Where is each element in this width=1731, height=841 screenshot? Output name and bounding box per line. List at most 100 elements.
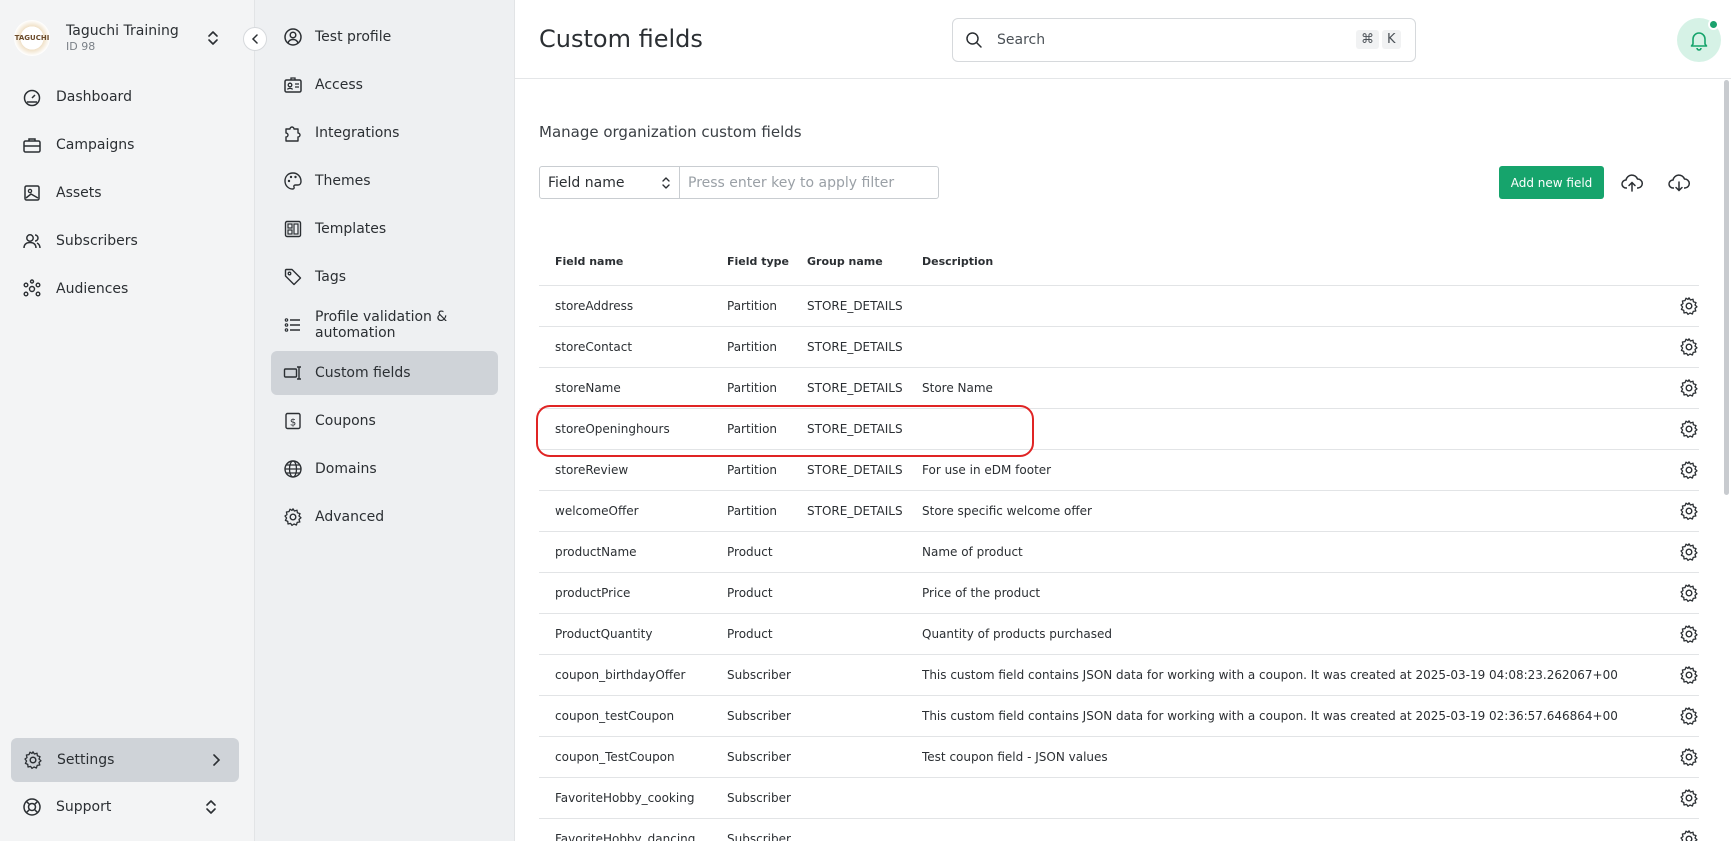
filter-input[interactable]: Press enter key to apply filter	[680, 167, 938, 198]
puzzle-icon	[285, 126, 301, 142]
subnav-item-templates[interactable]: Templates	[271, 207, 498, 251]
add-new-field-button[interactable]: Add new field	[1499, 166, 1604, 199]
subnav-label: Integrations	[315, 125, 400, 141]
nav-item-dashboard[interactable]: Dashboard	[22, 80, 232, 114]
cell-group-name: STORE_DETAILS	[807, 422, 903, 436]
chevron-up-down-icon	[662, 177, 670, 189]
subnav-item-profile-validation[interactable]: Profile validation & automation	[271, 303, 498, 347]
palette-icon	[284, 172, 302, 190]
subnav-label: Advanced	[315, 509, 385, 525]
cell-group-name: STORE_DETAILS	[807, 381, 903, 395]
table-row[interactable]: storeName Partition STORE_DETAILS Store Nam…	[539, 368, 1699, 409]
upload-button[interactable]	[1619, 170, 1645, 196]
row-settings-gear-icon[interactable]	[1679, 296, 1699, 316]
subnav-label: Themes	[315, 173, 371, 189]
cloud-download-icon	[1668, 174, 1690, 192]
row-settings-gear-icon[interactable]	[1679, 378, 1699, 398]
nav-item-campaigns[interactable]: Campaigns	[22, 128, 232, 162]
cell-field-type: Subscriber	[727, 750, 791, 764]
row-settings-gear-icon[interactable]	[1679, 747, 1699, 767]
cell-group-name: STORE_DETAILS	[807, 463, 903, 477]
table-row[interactable]: coupon_testCoupon Subscriber This custom f…	[539, 696, 1699, 737]
row-settings-gear-icon[interactable]	[1679, 542, 1699, 562]
nav-item-subscribers[interactable]: Subscribers	[22, 224, 232, 258]
row-settings-gear-icon[interactable]	[1679, 706, 1699, 726]
table-row[interactable]: FavoriteHobby_cooking Subscriber	[539, 778, 1699, 819]
cell-field-type: Partition	[727, 504, 778, 518]
subnav-item-test-profile[interactable]: Test profile	[271, 15, 498, 59]
table-row[interactable]: storeContact Partition STORE_DETAILS	[539, 327, 1699, 368]
column-header-field-name[interactable]: Field name	[539, 255, 727, 268]
bell-icon	[1690, 32, 1708, 51]
nav-item-support[interactable]: Support	[22, 790, 232, 824]
search-input[interactable]: Search ⌘ K	[952, 18, 1416, 62]
row-settings-gear-icon[interactable]	[1679, 788, 1699, 808]
table-row[interactable]: storeOpeninghours Partition STORE_DETAILS	[539, 409, 1699, 450]
subnav-item-advanced[interactable]: Advanced	[271, 495, 498, 539]
subnav-item-domains[interactable]: Domains	[271, 447, 498, 491]
table-row[interactable]: storeReview Partition STORE_DETAILS For use…	[539, 450, 1699, 491]
gear-advanced-icon	[284, 508, 302, 527]
subnav-label: Domains	[315, 461, 377, 477]
row-settings-gear-icon[interactable]	[1679, 829, 1699, 841]
cell-description: Name of product	[922, 545, 1023, 559]
cell-field-type: Partition	[727, 463, 778, 477]
table-row[interactable]: coupon_birthdayOffer Subscriber This custo…	[539, 655, 1699, 696]
template-icon	[284, 220, 302, 238]
column-header-group-name[interactable]: Group name	[807, 255, 922, 268]
table-row[interactable]: welcomeOffer Partition STORE_DETAILS Store …	[539, 491, 1699, 532]
nav-item-label: Campaigns	[56, 137, 135, 153]
id-card-icon	[284, 77, 302, 93]
cell-field-name: coupon_TestCoupon	[555, 750, 675, 764]
table-row[interactable]: coupon_TestCoupon Subscriber Test coupon f…	[539, 737, 1699, 778]
table-row[interactable]: ProductQuantity Product Quantity of produc…	[539, 614, 1699, 655]
subnav-item-custom-fields[interactable]: Custom fields	[271, 351, 498, 395]
subnav-item-integrations[interactable]: Integrations	[271, 111, 498, 155]
cell-field-name: welcomeOffer	[555, 504, 639, 518]
row-settings-gear-icon[interactable]	[1679, 501, 1699, 521]
cell-field-name: storeOpeninghours	[555, 422, 670, 436]
table-row[interactable]: storeAddress Partition STORE_DETAILS	[539, 286, 1699, 327]
subnav-label: Access	[315, 77, 363, 93]
row-settings-gear-icon[interactable]	[1679, 665, 1699, 685]
org-logo: TAGUCHI	[14, 20, 50, 56]
nav-support-label: Support	[56, 799, 112, 815]
chevron-up-down-icon[interactable]	[206, 29, 220, 47]
collapse-sidebar-button[interactable]	[243, 27, 267, 51]
row-settings-gear-icon[interactable]	[1679, 460, 1699, 480]
cell-field-name: storeAddress	[555, 299, 634, 313]
column-header-field-type[interactable]: Field type	[727, 255, 807, 268]
nav-item-assets[interactable]: Assets	[22, 176, 232, 210]
subnav-item-tags[interactable]: Tags	[271, 255, 498, 299]
row-settings-gear-icon[interactable]	[1679, 337, 1699, 357]
notifications-button[interactable]	[1677, 18, 1721, 62]
search-icon	[966, 32, 982, 48]
nav-item-settings[interactable]: Settings	[11, 738, 239, 782]
row-settings-gear-icon[interactable]	[1679, 624, 1699, 644]
cell-group-name: STORE_DETAILS	[807, 299, 903, 313]
nav-item-label: Assets	[56, 185, 102, 201]
table-row[interactable]: productPrice Product Price of the product	[539, 573, 1699, 614]
globe-icon	[284, 460, 302, 478]
column-header-description[interactable]: Description	[922, 255, 1622, 268]
org-switcher[interactable]: TAGUCHI Taguchi Training ID 98	[14, 18, 234, 58]
subnav-item-themes[interactable]: Themes	[271, 159, 498, 203]
nav-item-audiences[interactable]: Audiences	[22, 272, 232, 306]
table-row[interactable]: productName Product Name of product	[539, 532, 1699, 573]
row-settings-gear-icon[interactable]	[1679, 419, 1699, 439]
main-content: Custom fields Search ⌘ K Manage organiza…	[515, 0, 1731, 841]
lifebuoy-icon	[23, 798, 41, 816]
subnav-item-coupons[interactable]: $ Coupons	[271, 399, 498, 443]
nav-settings-label: Settings	[57, 752, 115, 768]
scrollbar[interactable]	[1724, 80, 1729, 495]
subnav-item-access[interactable]: Access	[271, 63, 498, 107]
cell-group-name: STORE_DETAILS	[807, 504, 903, 518]
download-button[interactable]	[1666, 170, 1692, 196]
chevron-left-icon	[251, 34, 258, 44]
row-settings-gear-icon[interactable]	[1679, 583, 1699, 603]
table-row[interactable]: FavoriteHobby_dancing Subscriber	[539, 819, 1699, 841]
cell-field-type: Subscriber	[727, 709, 791, 723]
filter-field-select[interactable]: Field name	[540, 167, 680, 198]
cell-description: This custom field contains JSON data for…	[922, 709, 1622, 723]
cloud-upload-icon	[1621, 174, 1643, 192]
